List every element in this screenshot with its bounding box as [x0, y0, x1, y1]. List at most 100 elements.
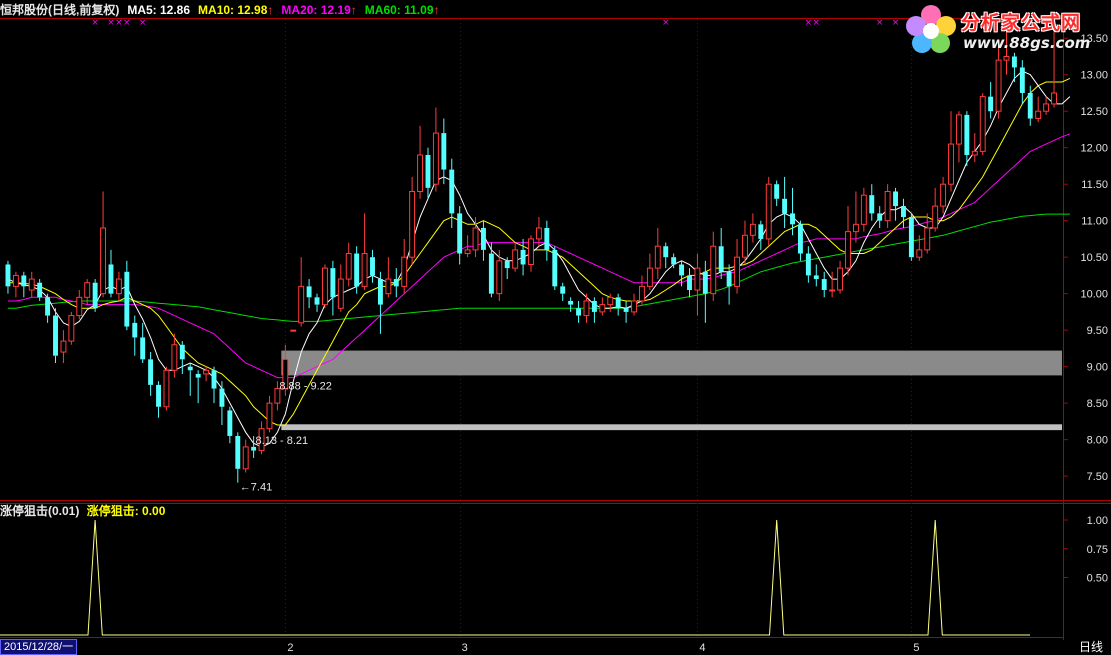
- candle-body: [529, 239, 534, 265]
- price-tick-label: 10.50: [1080, 252, 1108, 264]
- month-axis: 23456: [287, 642, 1111, 654]
- candle-body: [885, 191, 890, 220]
- candle: [703, 261, 708, 323]
- candle-body: [1052, 93, 1057, 104]
- logo-title: 分析家公式网: [961, 8, 1081, 35]
- sub-indicator-label: 涨停狙击:: [87, 504, 139, 518]
- candle: [893, 188, 898, 221]
- candle: [885, 184, 890, 228]
- candle: [774, 181, 779, 207]
- candle: [77, 290, 82, 319]
- candle: [45, 294, 50, 323]
- star-marker: ×: [123, 18, 131, 28]
- candle: [972, 133, 977, 162]
- chart-canvas: ×××××××××××××× 13.5013.0012.5012.0011.50…: [0, 0, 1111, 654]
- candle-body: [212, 370, 217, 388]
- candle: [552, 246, 557, 290]
- star-marker: ×: [805, 18, 813, 28]
- candle: [846, 206, 851, 275]
- candle-body: [663, 246, 668, 257]
- candle: [568, 297, 573, 312]
- ma20-label: MA20: 12.19: [281, 3, 350, 17]
- candle: [21, 272, 26, 298]
- candle-body: [552, 250, 557, 286]
- star-marker: ×: [115, 18, 123, 28]
- period-button[interactable]: 日线: [1079, 638, 1103, 655]
- candle-body: [956, 115, 961, 144]
- candle-body: [473, 228, 478, 250]
- candle: [338, 264, 343, 311]
- candle: [53, 308, 58, 363]
- candle-body: [909, 217, 914, 257]
- candle: [370, 250, 375, 283]
- candle: [322, 264, 327, 308]
- candle: [869, 184, 874, 220]
- candle-body: [814, 275, 819, 279]
- price-tick-label: 13.00: [1080, 70, 1108, 82]
- price-tick-label: 9.00: [1087, 362, 1108, 374]
- candle: [386, 257, 391, 297]
- candle: [299, 257, 304, 326]
- candle-body: [386, 279, 391, 294]
- candle: [655, 228, 660, 279]
- candle: [227, 407, 232, 443]
- candle-body: [846, 232, 851, 268]
- month-label-4: 4: [699, 642, 705, 654]
- candle: [1036, 97, 1041, 123]
- candle-body: [972, 151, 977, 155]
- candle-body: [758, 224, 763, 239]
- candle: [315, 294, 320, 312]
- candle: [441, 119, 446, 185]
- candle-body: [679, 264, 684, 275]
- candle-body: [608, 297, 613, 304]
- candle-body: [1004, 56, 1009, 60]
- candle-body: [29, 279, 34, 290]
- candle-body: [180, 345, 185, 360]
- candle-body: [299, 286, 304, 322]
- indicator-axis: 1.000.750.50: [1063, 515, 1108, 585]
- candle: [663, 243, 668, 269]
- candle: [1012, 53, 1017, 82]
- candle-body: [315, 297, 320, 304]
- candle: [243, 440, 248, 473]
- candle-body: [45, 297, 50, 315]
- chart-frame: [0, 18, 1111, 640]
- candle-body: [536, 228, 541, 239]
- price-tick-label: 12.00: [1080, 143, 1108, 155]
- month-label-3: 3: [462, 642, 468, 654]
- candle: [830, 272, 835, 298]
- price-zone-zone_lower: [281, 424, 1062, 430]
- candle: [790, 188, 795, 235]
- grid-lines: [286, 19, 1111, 637]
- candle-body: [711, 246, 716, 293]
- candle: [354, 246, 359, 293]
- candle: [711, 232, 716, 301]
- candle-body: [235, 436, 240, 469]
- candle-body: [148, 359, 153, 385]
- candle: [536, 217, 541, 246]
- candle-body: [37, 283, 42, 298]
- candle: [909, 213, 914, 260]
- candle-body: [790, 213, 795, 224]
- candle-body: [671, 257, 676, 264]
- candle-body: [457, 213, 462, 253]
- candle-body: [521, 250, 526, 265]
- candle: [798, 221, 803, 261]
- candle: [29, 272, 34, 298]
- candle-body: [291, 330, 296, 331]
- sub-indicator-header: 涨停狙击(0.01) 涨停狙击: 0.00: [0, 503, 165, 519]
- candle-body: [101, 228, 106, 294]
- candle-body: [465, 250, 470, 254]
- candle: [132, 316, 137, 356]
- candle-body: [964, 115, 969, 155]
- candle: [956, 111, 961, 162]
- ma10-arrow: ↑: [267, 3, 273, 17]
- flower-logo-icon: [903, 4, 959, 56]
- candle-body: [251, 447, 256, 451]
- candle-body: [172, 345, 177, 371]
- candle-body: [632, 301, 637, 312]
- low-price-label: ←7.41: [240, 482, 272, 494]
- candle-body: [140, 337, 145, 359]
- star-marker: ×: [662, 18, 670, 28]
- candle-body: [124, 272, 129, 327]
